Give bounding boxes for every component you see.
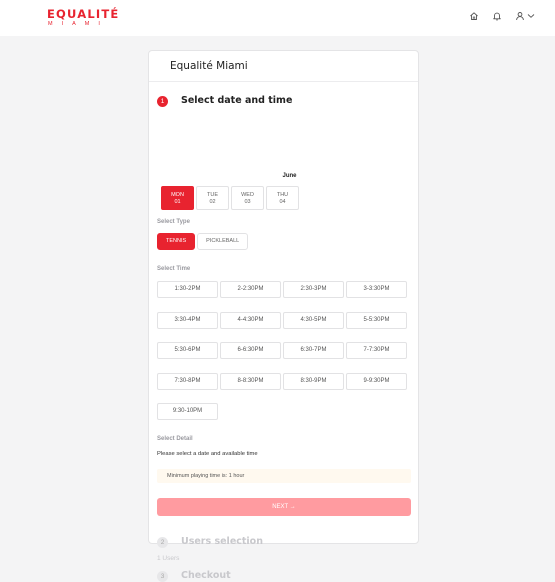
month-label: June xyxy=(282,173,297,179)
time-slot[interactable]: 6:30-7PM xyxy=(283,342,344,359)
time-slot[interactable]: 7-7:30PM xyxy=(346,342,407,359)
date-chip[interactable]: WED 03 xyxy=(231,186,264,210)
chevron-down-icon xyxy=(527,13,535,19)
step-1-label: Select date and time xyxy=(181,95,293,106)
brand-logo[interactable]: EQUALITÉ MIAMI xyxy=(47,8,119,28)
minimum-time-notice: Minimum playing time is: 1 hour xyxy=(157,469,411,483)
step-3-number: 3 xyxy=(157,571,168,582)
user-icon xyxy=(515,11,525,21)
booking-card: Equalité Miami 1 Select date and time Ju… xyxy=(148,50,419,582)
select-time-label: Select Time xyxy=(157,266,191,272)
time-slot[interactable]: 2-2:30PM xyxy=(220,281,281,298)
select-detail-text: Please select a date and available time xyxy=(157,451,258,457)
time-slot[interactable]: 5-5:30PM xyxy=(346,311,407,329)
bell-icon[interactable] xyxy=(492,11,502,21)
time-slot[interactable]: 3:30-4PM xyxy=(157,311,218,329)
time-slot[interactable]: 8:30-9PM xyxy=(283,372,344,390)
brand-name: EQUALITÉ xyxy=(47,7,120,21)
arrow-right-icon: → xyxy=(289,504,296,510)
date-chip[interactable]: MON 01 xyxy=(161,186,194,210)
next-button-label: NEXT xyxy=(272,504,289,510)
next-button[interactable]: NEXT → xyxy=(157,498,411,516)
time-slot[interactable]: 4:30-5PM xyxy=(283,311,344,329)
time-slot[interactable]: 8-8:30PM xyxy=(220,372,281,390)
card-title: Equalité Miami xyxy=(149,51,418,82)
date-number: 01 xyxy=(174,198,181,205)
step-2-number: 2 xyxy=(157,537,168,548)
top-bar: EQUALITÉ MIAMI xyxy=(0,0,555,36)
step-3-label: Checkout xyxy=(181,570,231,581)
time-slot[interactable]: 2:30-3PM xyxy=(283,281,344,298)
brand-sub: MIAMI xyxy=(48,21,109,27)
time-slot[interactable]: 9-9:30PM xyxy=(346,372,407,390)
select-type-label: Select Type xyxy=(157,219,190,225)
type-selector: TENNIS PICKLEBALL xyxy=(157,233,249,250)
date-number: 03 xyxy=(244,198,251,205)
date-chip[interactable]: THU 04 xyxy=(266,186,299,210)
date-number: 04 xyxy=(279,198,286,205)
step-2-label: Users selection xyxy=(181,536,263,547)
time-slot[interactable]: 9:30-10PM xyxy=(157,403,218,420)
time-slot[interactable]: 4-4:30PM xyxy=(220,311,281,329)
time-slot[interactable]: 6-6:30PM xyxy=(220,342,281,359)
date-selector: MON 01 TUE 02 WED 03 THU 04 xyxy=(161,186,299,210)
time-slot[interactable]: 1:30-2PM xyxy=(157,281,218,298)
top-icons xyxy=(469,11,535,21)
user-menu[interactable] xyxy=(515,11,535,21)
home-icon[interactable] xyxy=(469,11,479,21)
date-number: 02 xyxy=(209,198,216,205)
date-chip[interactable]: TUE 02 xyxy=(196,186,229,210)
time-slot[interactable]: 5:30-6PM xyxy=(157,342,218,359)
select-detail-label: Select Detail xyxy=(157,436,193,442)
time-slot[interactable]: 3-3:30PM xyxy=(346,281,407,298)
time-slot[interactable]: 7:30-8PM xyxy=(157,372,218,390)
type-pickleball-button[interactable]: PICKLEBALL xyxy=(197,233,249,250)
time-slot-grid: 1:30-2PM 2-2:30PM 2:30-3PM 3-3:30PM 3:30… xyxy=(157,281,407,420)
users-count: 1 Users xyxy=(157,555,180,562)
step-1-number: 1 xyxy=(157,96,168,107)
type-tennis-button[interactable]: TENNIS xyxy=(157,233,196,250)
